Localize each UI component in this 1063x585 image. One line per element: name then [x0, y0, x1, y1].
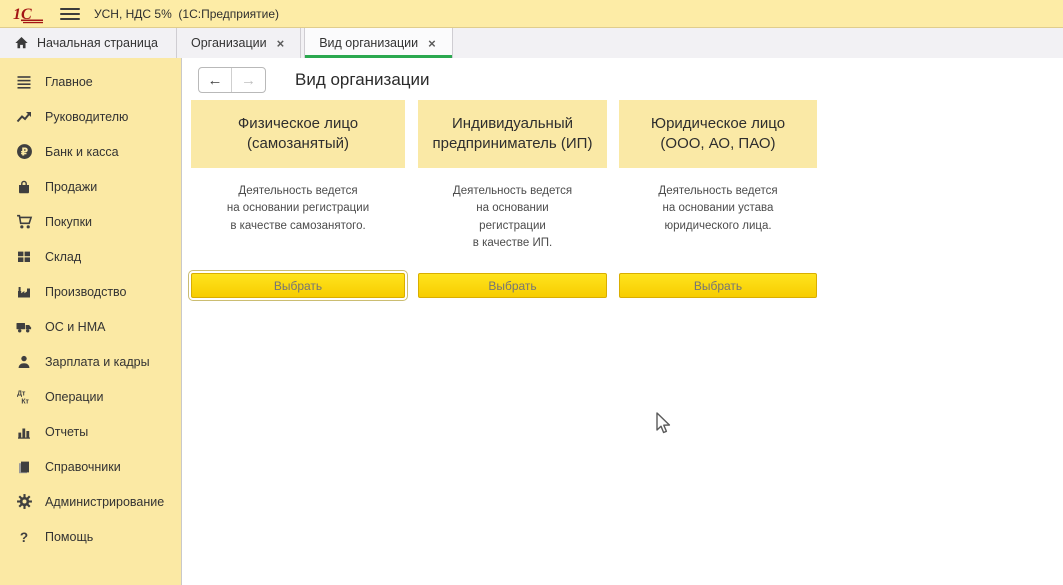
- tab-home-page[interactable]: Начальная страница: [0, 28, 177, 58]
- sidebar-item-production[interactable]: Производство: [0, 274, 181, 309]
- question-icon: ?: [14, 528, 34, 545]
- sidebar-item-directories[interactable]: Справочники: [0, 449, 181, 484]
- card-title: Индивидуальный предприниматель (ИП): [418, 100, 607, 168]
- history-nav: ← →: [198, 67, 266, 93]
- sidebar-item-warehouse[interactable]: Склад: [0, 239, 181, 274]
- person-icon: [14, 353, 34, 370]
- home-icon: [14, 36, 29, 50]
- sidebar-item-payroll-hr[interactable]: Зарплата и кадры: [0, 344, 181, 379]
- sidebar-item-operations[interactable]: Дт Кт Операции: [0, 379, 181, 414]
- sidebar: Главное Руководителю ₽ Банк и касса: [0, 58, 182, 585]
- debit-credit-icon: Дт Кт: [14, 388, 34, 405]
- sidebar-item-label: Продажи: [45, 180, 97, 194]
- books-icon: [14, 458, 34, 475]
- sidebar-item-label: Отчеты: [45, 425, 88, 439]
- sidebar-item-label: Справочники: [45, 460, 121, 474]
- sidebar-item-label: Производство: [45, 285, 127, 299]
- sidebar-item-label: Операции: [45, 390, 103, 404]
- gear-icon: [14, 493, 34, 510]
- app-window: 1С УСН, НДС 5% (1С:Предприятие) Начальна…: [0, 0, 1063, 585]
- sidebar-item-label: Руководителю: [45, 110, 128, 124]
- tab-organization-type[interactable]: Вид организации ×: [304, 28, 453, 58]
- sidebar-item-bank-cash[interactable]: ₽ Банк и касса: [0, 134, 181, 169]
- tab-label: Организации: [191, 36, 267, 50]
- choose-button-selfemployed[interactable]: Выбрать: [191, 273, 405, 298]
- sidebar-item-label: Главное: [45, 75, 93, 89]
- page-title: Вид организации: [295, 70, 430, 90]
- close-icon[interactable]: ×: [275, 35, 287, 52]
- window-header: 1С УСН, НДС 5% (1С:Предприятие): [0, 0, 1063, 28]
- sidebar-item-administration[interactable]: Администрирование: [0, 484, 181, 519]
- trend-up-icon: [14, 108, 34, 125]
- factory-icon: [14, 283, 34, 300]
- bar-chart-icon: [14, 423, 34, 440]
- sidebar-item-label: Склад: [45, 250, 81, 264]
- sidebar-item-fixed-assets[interactable]: ОС и НМА: [0, 309, 181, 344]
- choose-button-legal-entity[interactable]: Выбрать: [619, 273, 817, 298]
- warehouse-icon: [14, 248, 34, 265]
- card-title: Физическое лицо (самозанятый): [191, 100, 405, 168]
- card-title: Юридическое лицо (ООО, АО, ПАО): [619, 100, 817, 168]
- 1c-logo-icon: 1С: [12, 3, 46, 25]
- sidebar-item-manager[interactable]: Руководителю: [0, 99, 181, 134]
- card-description: Деятельность ведется на основании регист…: [418, 183, 607, 252]
- card-entrepreneur: Индивидуальный предприниматель (ИП) Деят…: [418, 100, 607, 298]
- back-button[interactable]: ←: [199, 68, 232, 92]
- sidebar-item-sales[interactable]: Продажи: [0, 169, 181, 204]
- sidebar-item-main[interactable]: Главное: [0, 64, 181, 99]
- close-icon[interactable]: ×: [426, 35, 438, 52]
- tab-bar: Начальная страница Организации × Вид орг…: [0, 28, 1063, 58]
- card-legal-entity: Юридическое лицо (ООО, АО, ПАО) Деятельн…: [619, 100, 817, 298]
- svg-text:₽: ₽: [20, 145, 27, 158]
- card-individual-selfemployed: Физическое лицо (самозанятый) Деятельнос…: [191, 100, 405, 298]
- main-menu-icon[interactable]: [60, 8, 80, 20]
- sidebar-item-label: Помощь: [45, 530, 93, 544]
- window-title: УСН, НДС 5% (1С:Предприятие): [94, 7, 279, 21]
- main-content: ← → Вид организации Физическое лицо (сам…: [183, 58, 1063, 585]
- menu-lines-icon: [14, 73, 34, 90]
- sidebar-item-help[interactable]: ? Помощь: [0, 519, 181, 554]
- sidebar-item-label: Покупки: [45, 215, 92, 229]
- forward-button[interactable]: →: [232, 68, 265, 92]
- bag-icon: [14, 178, 34, 195]
- tab-label: Начальная страница: [37, 36, 158, 50]
- svg-text:Кт: Кт: [21, 398, 29, 405]
- svg-text:Дт: Дт: [17, 390, 26, 397]
- card-description: Деятельность ведется на основании устава…: [619, 183, 817, 235]
- sidebar-item-label: Зарплата и кадры: [45, 355, 150, 369]
- truck-icon: [14, 318, 34, 335]
- ruble-circle-icon: ₽: [14, 143, 34, 160]
- choose-button-entrepreneur[interactable]: Выбрать: [418, 273, 607, 298]
- tab-label: Вид организации: [319, 36, 418, 50]
- cart-icon: [14, 213, 34, 230]
- sidebar-item-label: ОС и НМА: [45, 320, 105, 334]
- sidebar-item-label: Банк и касса: [45, 145, 119, 159]
- sidebar-item-reports[interactable]: Отчеты: [0, 414, 181, 449]
- tab-organizations[interactable]: Организации ×: [177, 28, 301, 58]
- card-description: Деятельность ведется на основании регист…: [191, 183, 405, 235]
- sidebar-item-label: Администрирование: [45, 495, 164, 509]
- svg-text:?: ?: [20, 530, 28, 545]
- sidebar-item-purchases[interactable]: Покупки: [0, 204, 181, 239]
